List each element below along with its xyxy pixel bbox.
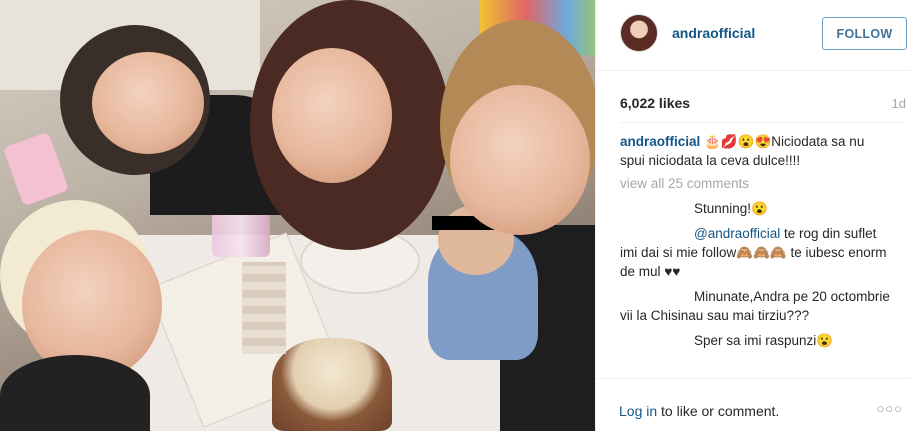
post-header: andraofficial FOLLOW (596, 0, 910, 71)
cake (272, 338, 392, 431)
comment-text: Stunning!😮 (694, 201, 768, 216)
post-stats: 6,022 likes 1d (620, 95, 908, 113)
comment-username-link[interactable] (620, 226, 690, 238)
login-link[interactable]: Log in (619, 403, 657, 419)
follow-button[interactable]: FOLLOW (822, 17, 907, 50)
post-age[interactable]: 1d (892, 96, 906, 111)
comment: Sper sa imi raspunzi😮 (620, 331, 892, 350)
pixelated-area (242, 262, 286, 354)
mention-link[interactable]: @andraofficial (694, 226, 780, 241)
comments-list[interactable]: andraofficial 🎂💋😮😍Niciodata sa nu spui n… (620, 128, 892, 378)
comment-text: Sper sa imi raspunzi😮 (694, 333, 834, 348)
comment-username-link[interactable] (620, 201, 690, 213)
person-face (450, 85, 590, 235)
comment: @andraofficial te rog din suflet imi dai… (620, 224, 892, 281)
post-photo[interactable] (0, 0, 595, 431)
caption-username-link[interactable]: andraofficial (620, 134, 700, 149)
comment-username-link[interactable] (620, 333, 690, 345)
comment-username-link[interactable] (620, 289, 690, 301)
view-all-comments-link[interactable]: view all 25 comments (620, 174, 892, 193)
post-footer: Log in to like or comment. ○○○ (596, 378, 910, 431)
caption: andraofficial 🎂💋😮😍Niciodata sa nu spui n… (620, 132, 892, 170)
comment: Minunate,Andra pe 20 octombrie vii la Ch… (620, 287, 892, 325)
username-link[interactable]: andraofficial (672, 25, 755, 41)
login-prompt: Log in to like or comment. (619, 403, 779, 419)
avatar[interactable] (620, 14, 658, 52)
person-face (92, 52, 204, 154)
post-sidebar: andraofficial FOLLOW 6,022 likes 1d andr… (595, 0, 910, 431)
person-face (272, 48, 392, 183)
person-body (0, 355, 150, 431)
comment: Stunning!😮 (620, 199, 892, 218)
divider (620, 122, 904, 123)
login-prompt-text: to like or comment. (657, 403, 780, 419)
pink-cup (2, 131, 70, 207)
likes-count[interactable]: 6,022 likes (620, 95, 690, 111)
more-options-icon[interactable]: ○○○ (876, 401, 903, 416)
